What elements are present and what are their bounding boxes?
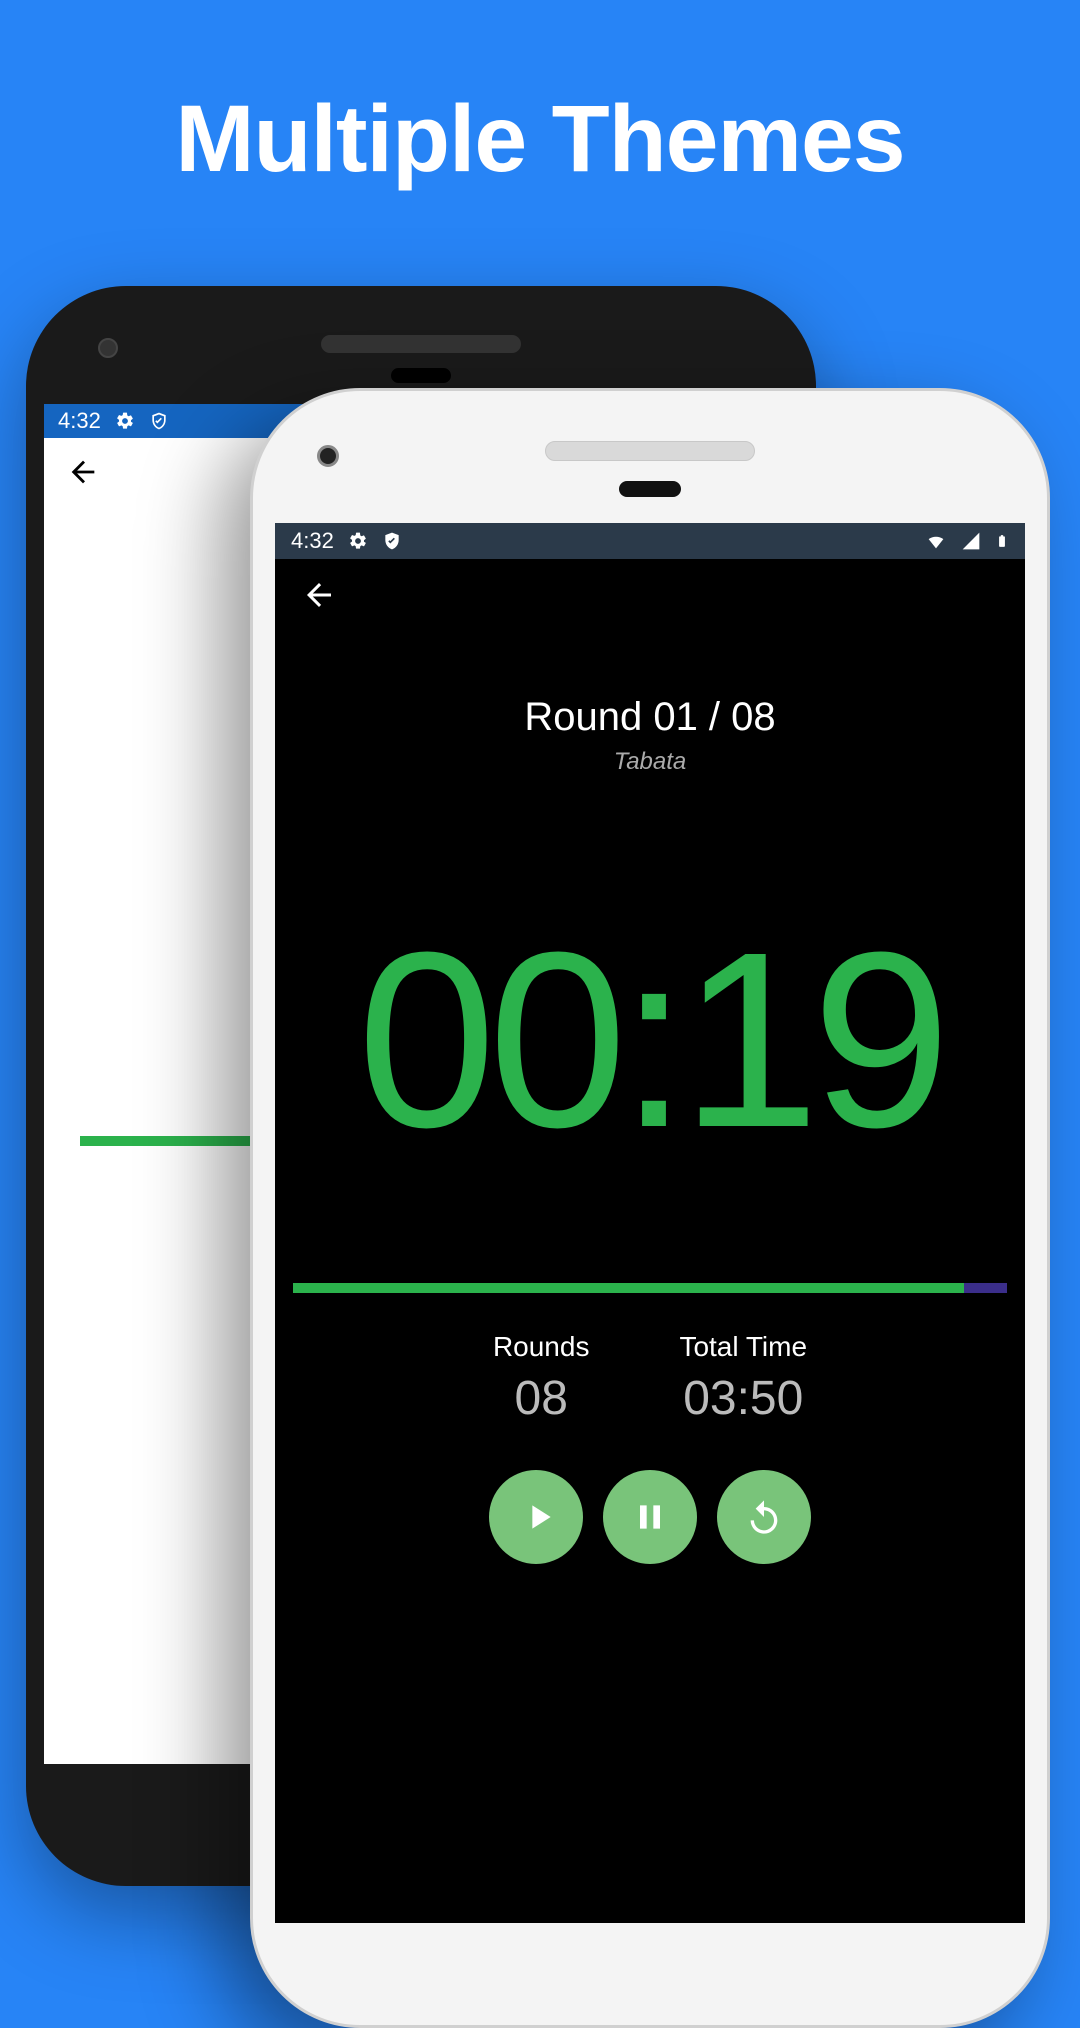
round-counter: Round 01 / 08 [275, 695, 1025, 740]
workout-name: Tabata [275, 748, 1025, 776]
progress-fill [293, 1283, 964, 1293]
gear-icon [348, 531, 368, 551]
signal-icon [961, 531, 981, 551]
progress-bar [293, 1283, 1007, 1293]
reset-button[interactable] [717, 1470, 811, 1564]
dark-theme-screen: 4:32 [275, 523, 1025, 1923]
shield-icon [382, 531, 402, 551]
control-row [275, 1470, 1025, 1564]
total-time-label: Total Time [679, 1331, 807, 1363]
stats-row: Rounds 08 Total Time 03:50 [275, 1331, 1025, 1426]
back-button[interactable] [66, 455, 100, 494]
rounds-value: 08 [493, 1371, 590, 1426]
shield-icon [149, 411, 169, 431]
play-button[interactable] [489, 1470, 583, 1564]
camera-dot [98, 338, 118, 358]
status-bar: 4:32 [275, 523, 1025, 559]
status-time: 4:32 [58, 408, 101, 434]
rounds-stat: Rounds 08 [493, 1331, 590, 1426]
status-time: 4:32 [291, 528, 334, 554]
gear-icon [115, 411, 135, 431]
rounds-label: Rounds [493, 1331, 590, 1363]
total-time-stat: Total Time 03:50 [679, 1331, 807, 1426]
pause-button[interactable] [603, 1470, 697, 1564]
sensor-pill [391, 368, 451, 383]
app-bar [275, 559, 1025, 635]
phone-bezel [26, 286, 816, 404]
phone-bezel [253, 391, 1047, 523]
total-time-value: 03:50 [679, 1371, 807, 1426]
phone-mockup-light-frame: 4:32 [250, 388, 1050, 2028]
speaker-grill [321, 335, 521, 353]
wifi-icon [925, 530, 947, 552]
camera-dot [317, 445, 339, 467]
hero-title: Multiple Themes [0, 0, 1080, 194]
speaker-grill [545, 441, 755, 461]
sensor-pill [619, 481, 681, 497]
timer-display: 00:19 [275, 896, 1025, 1183]
back-button[interactable] [301, 577, 337, 618]
battery-icon [995, 530, 1009, 552]
